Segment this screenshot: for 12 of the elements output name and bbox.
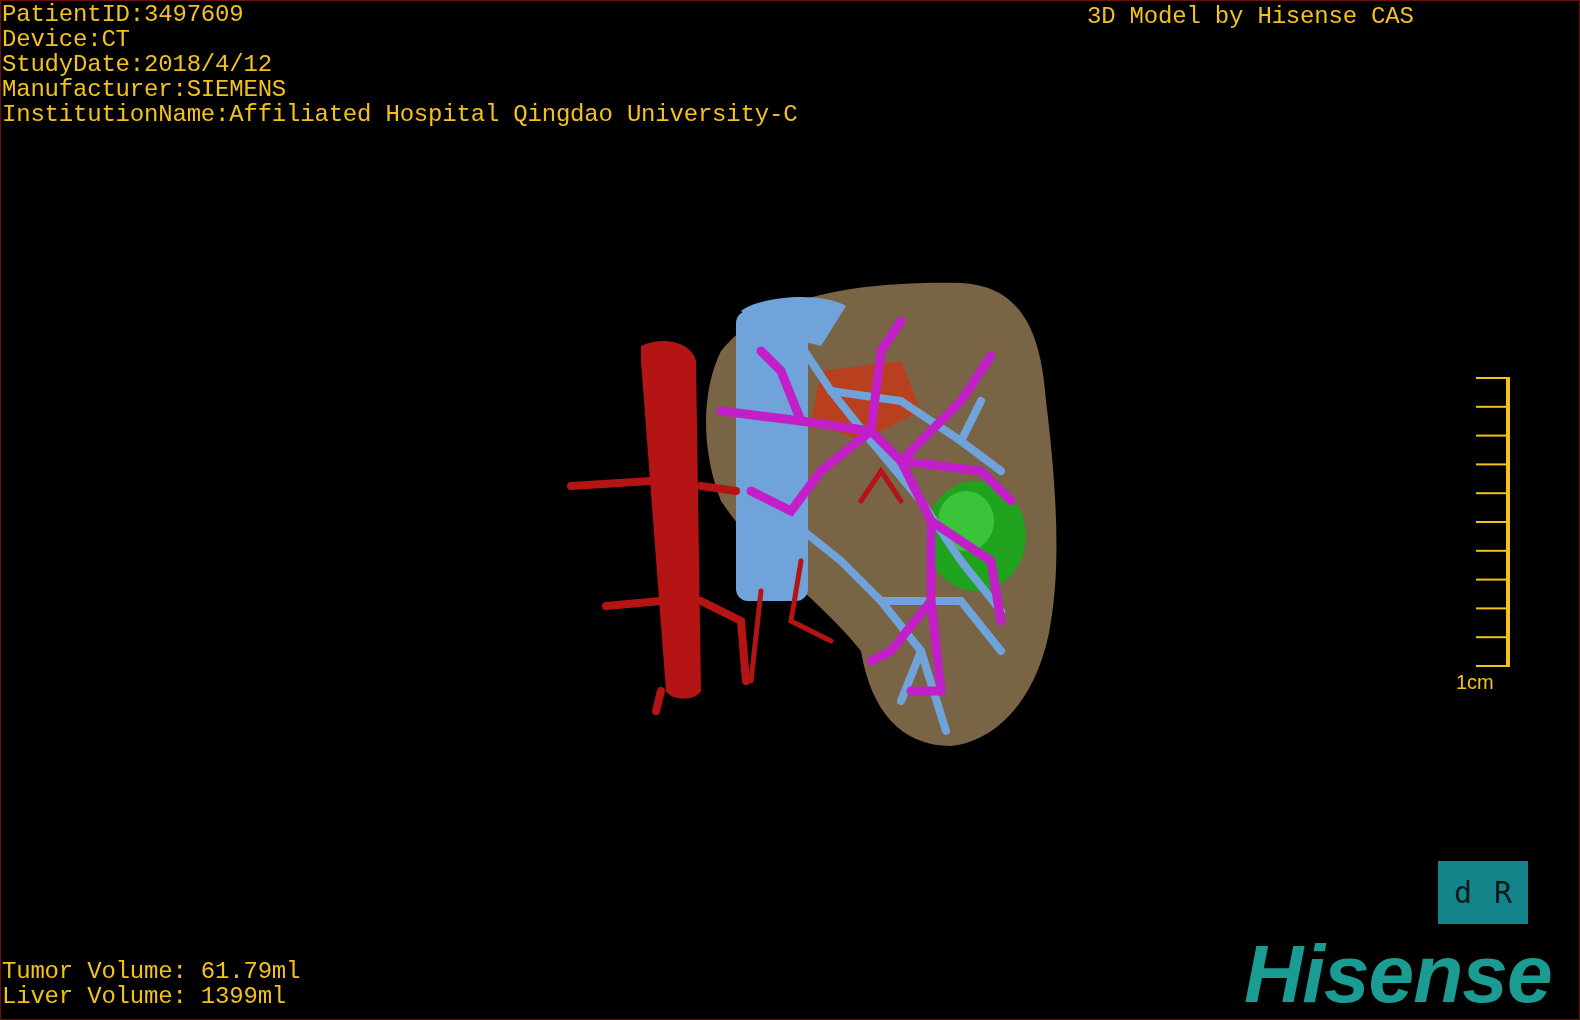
orientation-letter: R <box>1494 876 1513 909</box>
volume-text: Tumor Volume: 61.79ml <box>2 959 301 984</box>
patient-info-text: PatientID:3497609 <box>2 2 245 27</box>
logo-text: Hisense <box>1244 935 1552 1013</box>
patient-info-text: StudyDate:2018/4/12 <box>2 52 273 77</box>
patient-info-text: InstitutionName:Affiliated Hospital Qingdao University-C <box>2 102 798 127</box>
volume-text: Liver Volume: 1399ml <box>2 984 288 1009</box>
orientation-letter: d <box>1453 876 1472 909</box>
patient-info-text: Manufacturer:SIEMENS <box>2 77 288 102</box>
scale-label: 1cm <box>1456 671 1494 693</box>
patient-info-text: Device:CT <box>2 27 131 52</box>
header-text: 3D Model by Hisense CAS <box>1087 4 1414 29</box>
